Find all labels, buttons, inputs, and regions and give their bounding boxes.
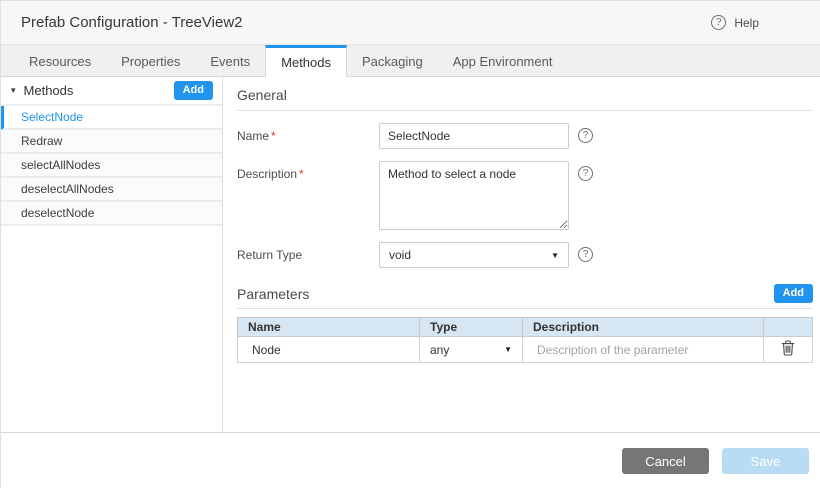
required-mark: * [299, 167, 304, 181]
parameter-actions-cell [764, 337, 813, 363]
parameter-name-input[interactable] [238, 338, 419, 362]
general-section-title: General [237, 77, 813, 111]
delete-parameter-button[interactable] [777, 338, 799, 361]
table-row: any ▼ [238, 337, 813, 363]
add-method-button[interactable]: Add [174, 81, 213, 100]
help-button[interactable]: ? Help [711, 15, 759, 30]
name-field-row: Name* ? [237, 123, 813, 149]
tab-resources[interactable]: Resources [14, 45, 106, 76]
sidebar-item-selectallnodes[interactable]: selectAllNodes [1, 154, 222, 178]
sidebar-item-deselectnode[interactable]: deselectNode [1, 202, 222, 226]
chevron-down-icon: ▼ [504, 345, 512, 354]
parameters-section-header: Parameters Add [237, 284, 813, 309]
tab-events[interactable]: Events [195, 45, 265, 76]
column-header-type: Type [420, 318, 523, 337]
methods-group-label: Methods [24, 83, 174, 98]
methods-group-header[interactable]: ▾ Methods Add [1, 77, 222, 106]
column-header-description: Description [523, 318, 764, 337]
tab-packaging[interactable]: Packaging [347, 45, 438, 76]
column-header-name: Name [238, 318, 420, 337]
parameter-type-selected-value: any [430, 343, 449, 357]
description-textarea[interactable]: Method to select a node [379, 161, 569, 230]
return-type-selected-value: void [389, 248, 411, 262]
name-label: Name* [237, 123, 379, 143]
title-bar: Prefab Configuration - TreeView2 ? Help [1, 1, 820, 45]
parameter-type-cell: any ▼ [420, 337, 523, 363]
method-detail-panel: General Name* ? Description* Method to s… [223, 77, 820, 432]
name-help-icon[interactable]: ? [578, 128, 593, 143]
page-title: Prefab Configuration - TreeView2 [21, 14, 243, 31]
prefab-configuration-dialog: Prefab Configuration - TreeView2 ? Help … [1, 1, 820, 489]
parameters-section-title: Parameters [237, 286, 309, 302]
parameter-type-select[interactable]: any ▼ [420, 337, 522, 362]
tab-methods[interactable]: Methods [265, 45, 347, 77]
description-field-row: Description* Method to select a node ? [237, 161, 813, 230]
cancel-button[interactable]: Cancel [622, 448, 709, 474]
tab-app-environment[interactable]: App Environment [438, 45, 568, 76]
help-icon: ? [711, 15, 726, 30]
name-input[interactable] [379, 123, 569, 149]
description-label: Description* [237, 161, 379, 181]
return-type-label: Return Type [237, 242, 379, 262]
return-type-select[interactable]: void ▼ [379, 242, 569, 268]
column-header-actions [764, 318, 813, 337]
chevron-down-icon: ▼ [551, 251, 559, 260]
dialog-body: ▾ Methods Add SelectNode Redraw selectAl… [1, 77, 820, 432]
dialog-footer: Cancel Save [1, 432, 820, 489]
methods-sidebar: ▾ Methods Add SelectNode Redraw selectAl… [1, 77, 223, 432]
return-type-help-icon[interactable]: ? [578, 247, 593, 262]
help-label: Help [734, 16, 759, 30]
tab-bar: Resources Properties Events Methods Pack… [1, 45, 820, 77]
parameters-table: Name Type Description any [237, 317, 813, 363]
tab-properties[interactable]: Properties [106, 45, 195, 76]
parameter-description-cell [523, 337, 764, 363]
sidebar-item-deselectallnodes[interactable]: deselectAllNodes [1, 178, 222, 202]
save-button[interactable]: Save [722, 448, 809, 474]
sidebar-item-selectnode[interactable]: SelectNode [1, 106, 222, 130]
trash-icon [781, 344, 795, 359]
description-help-icon[interactable]: ? [578, 166, 593, 181]
caret-down-icon: ▾ [11, 85, 16, 96]
required-mark: * [271, 129, 276, 143]
sidebar-item-redraw[interactable]: Redraw [1, 130, 222, 154]
parameters-table-header-row: Name Type Description [238, 318, 813, 337]
add-parameter-button[interactable]: Add [774, 284, 813, 303]
return-type-field-row: Return Type void ▼ ? [237, 242, 813, 268]
parameter-description-input[interactable] [523, 338, 763, 362]
parameter-name-cell [238, 337, 420, 363]
